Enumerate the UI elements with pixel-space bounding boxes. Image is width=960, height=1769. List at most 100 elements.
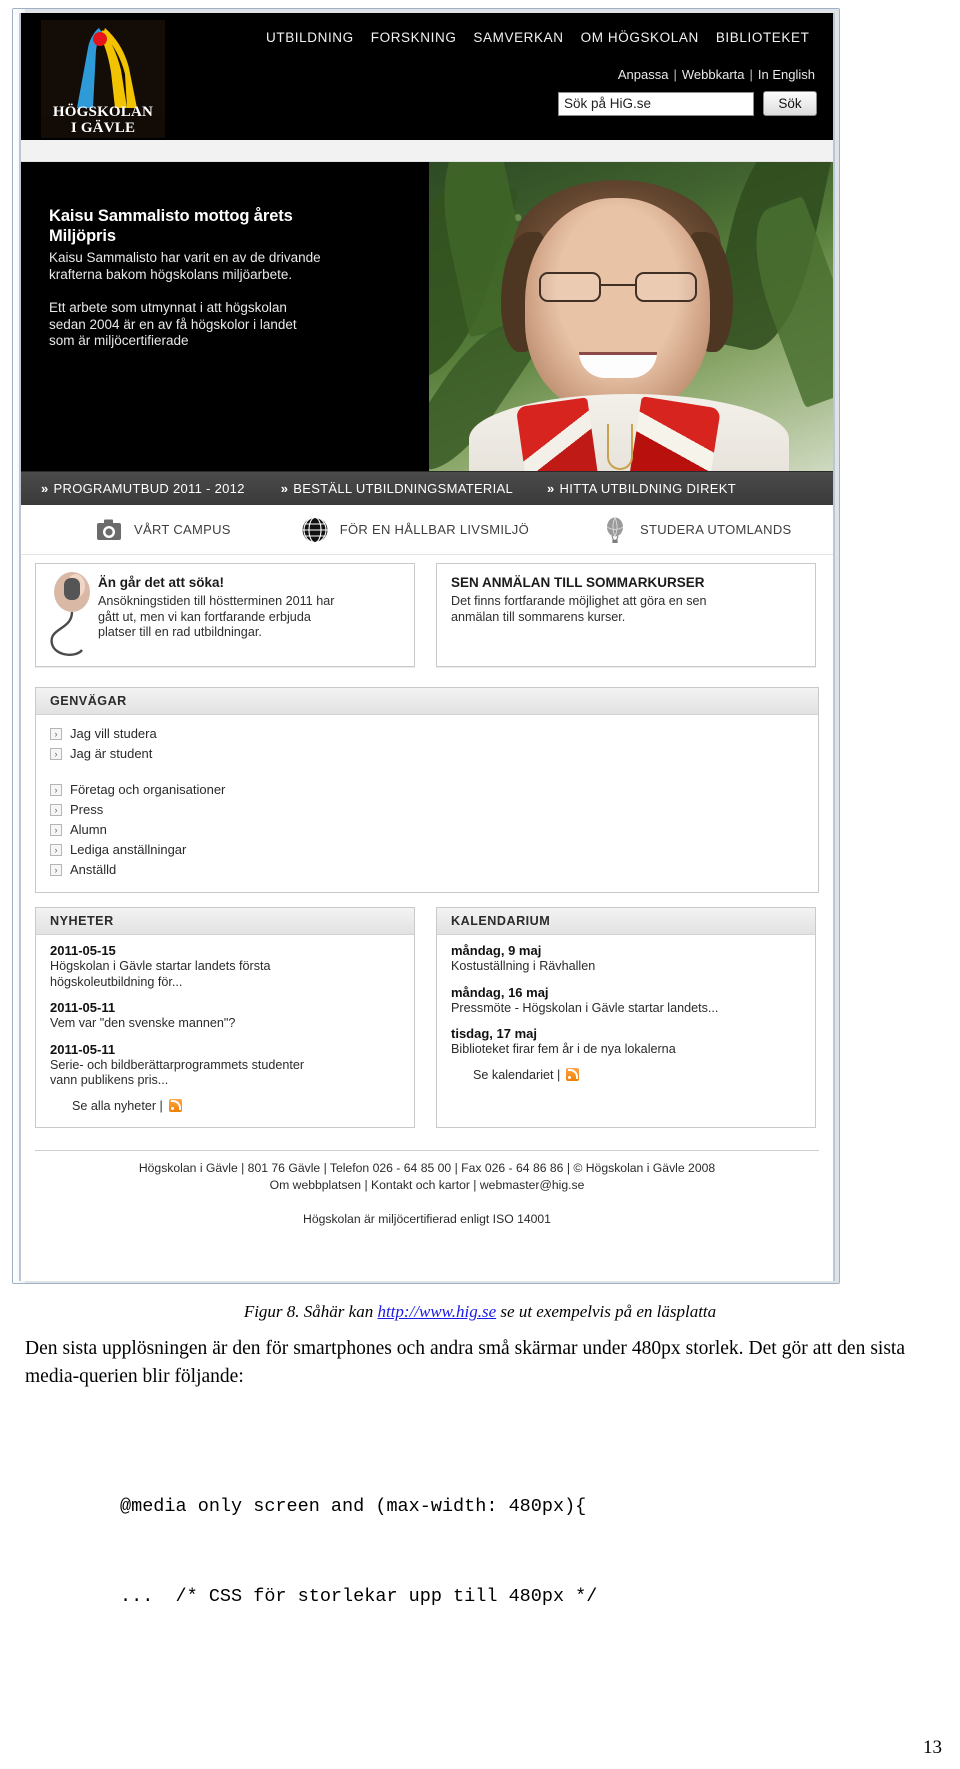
calendar-item[interactable]: måndag, 9 maj Kostuställning i Rävhallen <box>451 943 803 975</box>
calendar-item-text: Biblioteket firar fem år i de nya lokale… <box>451 1042 676 1056</box>
figure-caption: Figur 8. Såhär kan http://www.hig.se se … <box>0 1302 960 1322</box>
rss-icon[interactable] <box>566 1068 580 1081</box>
camera-icon <box>97 519 121 540</box>
hero-title-line2: Miljöpris <box>49 227 116 245</box>
hig-logo[interactable]: HÖGSKOLAN I GÄVLE <box>41 20 165 138</box>
news-item[interactable]: 2011-05-11 Serie- och bildberättarprogra… <box>50 1042 402 1089</box>
calendar-item[interactable]: tisdag, 17 maj Biblioteket firar fem år … <box>451 1026 803 1058</box>
genvagar-item-label: Anställd <box>70 862 117 877</box>
calendar-item-date: tisdag, 17 maj <box>451 1026 537 1041</box>
figure-screenshot: HÖGSKOLAN I GÄVLE UTBILDNING FORSKNING SAM… <box>12 8 840 1284</box>
feature-hallbar-livsmiljo-label: FÖR EN HÅLLBAR LIVSMILJÖ <box>339 522 529 537</box>
promo-1-line1: Ansökningstiden till höstterminen 2011 h… <box>98 594 335 608</box>
promo-an-gar-det-att-soka[interactable]: Än går det att söka! Ansökningstiden til… <box>35 563 415 667</box>
figure-caption-link[interactable]: http://www.hig.se <box>377 1302 496 1321</box>
chevron-right-icon: › <box>50 844 62 856</box>
globe-icon <box>302 516 328 543</box>
nav-item-utbildning[interactable]: UTBILDNING <box>266 30 354 45</box>
promo-2-body: Det finns fortfarande möjlighet att göra… <box>451 594 803 625</box>
code-line-2: ... /* CSS för storlekar upp till 480px … <box>120 1586 598 1607</box>
genvagar-item-label: Jag är student <box>70 746 153 761</box>
hero-sub-line1: Kaisu Sammalisto har varit en av de driv… <box>49 250 321 265</box>
page-number: 13 <box>923 1737 942 1758</box>
genvagar-item-alumn[interactable]: › Alumn <box>50 820 818 840</box>
hero-subtitle: Kaisu Sammalisto har varit en av de driv… <box>49 250 421 283</box>
genvagar-item-foretag-och-organisationer[interactable]: › Företag och organisationer <box>50 780 818 800</box>
util-item-webbkarta[interactable]: Webbkarta <box>682 67 745 82</box>
site-footer-line1: Högskolan i Gävle | 801 76 Gävle | Telef… <box>138 1161 716 1175</box>
computer-mouse-icon <box>50 572 90 656</box>
hero-person-scarf-left <box>515 397 599 471</box>
hero-sub-line2: krafterna bakom högskolans miljöarbete. <box>49 266 293 282</box>
calendar-list: måndag, 9 maj Kostuställning i Rävhallen… <box>437 935 815 1092</box>
quick-link-bar: » PROGRAMUTBUD 2011 - 2012 » BESTÄLL UTBIL… <box>21 471 833 505</box>
genvagar-item-jag-vill-studera[interactable]: › Jag vill studera <box>50 724 818 744</box>
feature-hallbar-livsmiljo[interactable]: FÖR EN HÅLLBAR LIVSMILJÖ <box>301 516 529 544</box>
news-more-label: Se alla nyheter | <box>72 1098 163 1113</box>
feature-vart-campus[interactable]: VÅRT CAMPUS <box>95 516 231 544</box>
genvagar-item-anstalld[interactable]: › Anställd <box>50 860 818 880</box>
genvagar-item-label: Jag vill studera <box>70 726 157 741</box>
chevron-right-icon: » <box>41 481 49 496</box>
quicklink-programutbud[interactable]: » PROGRAMUTBUD 2011 - 2012 <box>41 481 245 496</box>
body-paragraph: Den sista upplösningen är den för smartp… <box>25 1338 905 1387</box>
news-item-date: 2011-05-11 <box>50 1041 116 1057</box>
news-item-text: Vem var "den svenske mannen"? <box>50 1016 402 1032</box>
nav-item-forskning[interactable]: FORSKNING <box>371 30 457 45</box>
document-page: HÖGSKOLAN I GÄVLE UTBILDNING FORSKNING SAM… <box>0 0 960 1769</box>
promo-sen-anmalan[interactable]: SEN ANMÄLAN TILL SOMMARKURSER Det finns … <box>436 563 816 667</box>
hero-p2-line2: sedan 2004 är en av få högskolor i lande… <box>49 316 297 332</box>
calendar-item-date: måndag, 9 maj <box>451 943 542 958</box>
hero-title: Kaisu Sammalisto mottog årets Miljöpris <box>49 206 421 246</box>
site-header: HÖGSKOLAN I GÄVLE UTBILDNING FORSKNING SAM… <box>21 13 833 140</box>
webpage-viewport: HÖGSKOLAN I GÄVLE UTBILDNING FORSKNING SAM… <box>19 13 835 1281</box>
genvagar-item-press[interactable]: › Press <box>50 800 818 820</box>
genvagar-item-jag-ar-student[interactable]: › Jag är student <box>50 744 818 764</box>
hig-logo-mark <box>41 20 165 116</box>
news-item-text-line1: Serie- och bildberättarprogrammets stude… <box>50 1057 305 1072</box>
chevron-right-icon: » <box>280 481 289 496</box>
promo-1-line2: gått ut, men vi kan fortfarande erbjuda <box>98 609 311 624</box>
hero-photo <box>429 162 833 471</box>
promo-2-line2: anmälan till sommarens kurser. <box>451 609 626 624</box>
calendar-item-text: Kostuställning i Rävhallen <box>451 959 596 973</box>
news-item[interactable]: 2011-05-15 Högskolan i Gävle startar lan… <box>50 943 402 990</box>
news-item-text-line2: högskoleutbildning för... <box>50 974 183 989</box>
news-item-date: 2011-05-11 <box>50 1000 116 1015</box>
calendar-heading: KALENDARIUM <box>437 908 815 935</box>
util-item-anpassa[interactable]: Anpassa <box>618 67 669 82</box>
news-list: 2011-05-15 Högskolan i Gävle startar lan… <box>36 935 414 1123</box>
hero-text: Kaisu Sammalisto mottog årets Miljöpris … <box>49 206 421 350</box>
search-button[interactable]: Sök <box>763 91 817 116</box>
quicklink-bestall-utbildningsmaterial[interactable]: » BESTÄLL UTBILDNINGSMATERIAL <box>281 481 513 496</box>
genvagar-item-lediga-anstallningar[interactable]: › Lediga anställningar <box>50 840 818 860</box>
nav-item-om-hogskolan[interactable]: OM HÖGSKOLAN <box>581 30 699 45</box>
util-item-in-english[interactable]: In English <box>758 67 815 82</box>
hero-title-line1: Kaisu Sammalisto mottog årets <box>49 207 293 225</box>
rss-icon[interactable] <box>168 1099 182 1112</box>
site-footer-line2[interactable]: Om webbplatsen | Kontakt och kartor | we… <box>35 1177 819 1194</box>
news-more-row[interactable]: Se alla nyheter | <box>50 1099 402 1113</box>
hero-banner[interactable]: Kaisu Sammalisto mottog årets Miljöpris … <box>21 162 833 471</box>
nav-item-biblioteket[interactable]: BIBLIOTEKET <box>716 30 810 45</box>
calendar-item-date: måndag, 16 maj <box>451 984 549 1000</box>
news-panel: NYHETER 2011-05-15 Högskolan i Gävle sta… <box>35 907 415 1128</box>
calendar-item[interactable]: måndag, 16 maj Pressmöte - Högskolan i G… <box>451 985 803 1017</box>
chevron-right-icon: » <box>547 481 555 496</box>
nav-item-samverkan[interactable]: SAMVERKAN <box>473 30 563 45</box>
search-input[interactable]: Sök på HiG.se <box>558 91 754 116</box>
feature-vart-campus-label: VÅRT CAMPUS <box>134 522 231 537</box>
news-item-date: 2011-05-15 <box>50 943 116 958</box>
calendar-more-row[interactable]: Se kalendariet | <box>451 1068 803 1082</box>
feature-studera-utomlands-label: STUDERA UTOMLANDS <box>640 522 792 537</box>
quicklink-hitta-utbildning[interactable]: » HITTA UTBILDNING DIREKT <box>547 481 736 496</box>
feature-studera-utomlands[interactable]: STUDERA UTOMLANDS <box>601 516 792 544</box>
news-item[interactable]: 2011-05-11 Vem var "den svenske mannen"? <box>50 1000 402 1032</box>
genvagar-heading: GENVÄGAR <box>36 688 818 715</box>
feature-icon-row: VÅRT CAMPUS FÖR EN HÅLLBAR LIVSMILJÖ STU… <box>21 505 833 555</box>
genvagar-item-label: Press <box>70 802 104 817</box>
genvagar-item-label: Företag och organisationer <box>70 782 226 797</box>
hero-p2-line1: Ett arbete som utmynnat i att högskolan <box>49 300 287 315</box>
genvagar-item-label: Lediga anställningar <box>70 842 187 857</box>
utility-navigation: Anpassa | Webbkarta | In English <box>618 67 815 82</box>
